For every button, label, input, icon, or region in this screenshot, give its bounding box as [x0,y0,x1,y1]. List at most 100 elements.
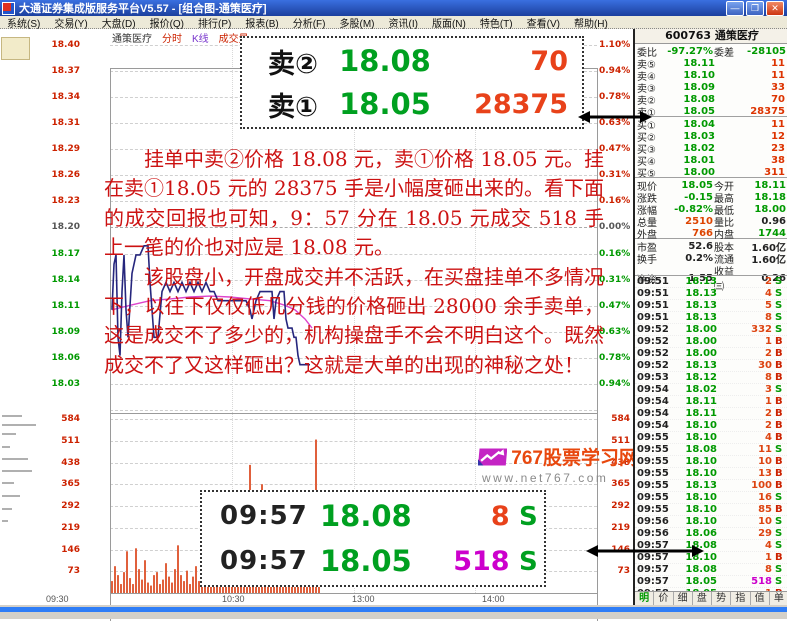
book-level-qty: 23 [715,143,787,154]
volume-axis-label: 292 [44,501,80,511]
menu-item[interactable]: 报价(Q) [143,15,191,30]
tick-row[interactable]: 09:5218.1330B [635,360,787,372]
tick-row[interactable]: 09:5318.128B [635,372,787,384]
tick-row[interactable]: 09:5418.023S [635,384,787,396]
bid-row: 买④18.0138 [635,153,787,165]
price-axis-label: 18.40 [44,40,80,50]
menu-item[interactable]: 帮助(H) [567,15,615,30]
tick-qty: 13 [717,468,775,479]
tick-row[interactable]: 09:5518.13100B [635,480,787,492]
menu-item[interactable]: 系统(S) [0,15,47,30]
tick-row[interactable]: 09:5418.111B [635,396,787,408]
stat-row: 外盘766内盘1744 [635,226,787,238]
tick-qty: 85 [717,504,775,515]
menu-item[interactable]: 报表(B) [238,15,285,30]
minimize-button[interactable]: — [726,1,744,16]
tick-row[interactable]: 09:5618.0629S [635,528,787,540]
tick-row[interactable]: 09:5118.138S [635,312,787,324]
panel-tab[interactable]: 势 [712,592,731,605]
tick-qty: 2 [717,348,775,359]
tick-row[interactable]: 09:5218.00332S [635,324,787,336]
book-level-qty: 38 [715,155,787,166]
panel-tab[interactable]: 单 [770,592,787,605]
book-level-price: 18.03 [667,131,715,142]
panel-tab[interactable]: 盘 [693,592,712,605]
watermark-title: 767股票学习网 [511,443,638,470]
tick-row[interactable]: 09:5518.1010B [635,456,787,468]
trade-qty-number: 8 [491,501,519,532]
stat-row: 涨跌-0.15最高18.18 [635,190,787,202]
restore-button[interactable]: ❐ [746,1,764,16]
tick-price: 18.13 [671,312,717,323]
tick-qty: 332 [717,324,775,335]
tick-row[interactable]: 09:5418.112B [635,408,787,420]
tick-flag: S [775,492,787,503]
stat-value: 18.18 [739,192,787,203]
tick-time: 09:54 [637,408,671,419]
menu-item[interactable]: 资讯(I) [382,15,425,30]
tick-row[interactable]: 09:5718.088S [635,564,787,576]
price-axis-label: 18.14 [44,275,80,285]
tick-flag: B [775,396,787,407]
menu-item[interactable]: 多股(M) [333,15,382,30]
tick-row[interactable]: 09:5218.002B [635,348,787,360]
menu-item[interactable]: 分析(F) [286,15,333,30]
chart-tab[interactable]: K线 [192,30,209,45]
panel-tab[interactable]: 指 [731,592,750,605]
tick-price: 18.10 [671,504,717,515]
menu-item[interactable]: 大盘(D) [95,15,143,30]
tick-time: 09:55 [637,504,671,515]
chart-tab[interactable]: 分时 [162,30,182,45]
stat-value: 18.11 [739,180,787,191]
stat-row: 总量2510量比0.96 [635,214,787,226]
trade-print-row: 09:5718.05518 S [202,540,544,582]
bid-row: 买②18.0312 [635,129,787,141]
book-level-qty: 11 [715,119,787,130]
tick-flag: S [775,324,787,335]
menu-item[interactable]: 版面(N) [425,15,473,30]
tick-qty: 4 [717,288,775,299]
tick-row[interactable]: 09:5118.135S [635,300,787,312]
tick-row[interactable]: 09:5618.1010S [635,516,787,528]
window-bottom-border [0,605,787,619]
tick-time: 09:54 [637,384,671,395]
watermark-url: www.net767.com [478,471,638,485]
tick-row[interactable]: 09:5218.001B [635,336,787,348]
chart-tab[interactable]: 通策医疗 [112,30,152,45]
panel-tab[interactable]: 值 [751,592,770,605]
tick-row[interactable]: 09:5518.1085B [635,504,787,516]
stat-value: 1744 [739,228,787,239]
volume-axis-label: 219 [44,523,80,533]
legend-box [1,37,30,60]
tick-row[interactable]: 09:5718.05518S [635,576,787,588]
sell-queue-row: 卖①18.0528375 [242,84,582,124]
tick-row[interactable]: 09:5518.1013B [635,468,787,480]
ask-levels: 卖⑤18.1111卖④18.1011卖③18.0933卖②18.0870卖①18… [635,56,787,116]
menu-item[interactable]: 排行(P) [191,15,238,30]
menu-item[interactable]: 特色(T) [473,15,520,30]
stat-row: 现价18.05今开18.11 [635,178,787,190]
panel-tab[interactable]: 明 [635,592,654,605]
close-button[interactable]: ✕ [766,1,784,16]
ask-row: 卖④18.1011 [635,68,787,80]
tick-row[interactable]: 09:5518.104B [635,432,787,444]
bid-row: 买⑤18.00311 [635,165,787,177]
tick-price: 18.08 [671,564,717,575]
tick-row[interactable]: 09:5118.134S [635,288,787,300]
menu-item[interactable]: 查看(V) [520,15,567,30]
stat-row: 换手0.2%流通1.60亿 [635,251,787,263]
menu-item[interactable]: 交易(Y) [47,15,94,30]
tick-time: 09:56 [637,528,671,539]
tick-row[interactable]: 09:5518.1016S [635,492,787,504]
tick-row[interactable]: 09:5518.0811S [635,444,787,456]
tick-qty: 10 [717,456,775,467]
tick-row[interactable]: 09:5118.132S [635,276,787,288]
volume-axis-label: 73 [599,566,630,576]
book-level-qty: 11 [715,70,787,81]
tick-price: 18.11 [671,396,717,407]
tick-qty: 1 [717,552,775,563]
panel-tab[interactable]: 细 [674,592,693,605]
panel-tab[interactable]: 价 [654,592,673,605]
stock-code-title: 600763 通策医疗 [635,28,787,44]
tick-row[interactable]: 09:5418.102B [635,420,787,432]
